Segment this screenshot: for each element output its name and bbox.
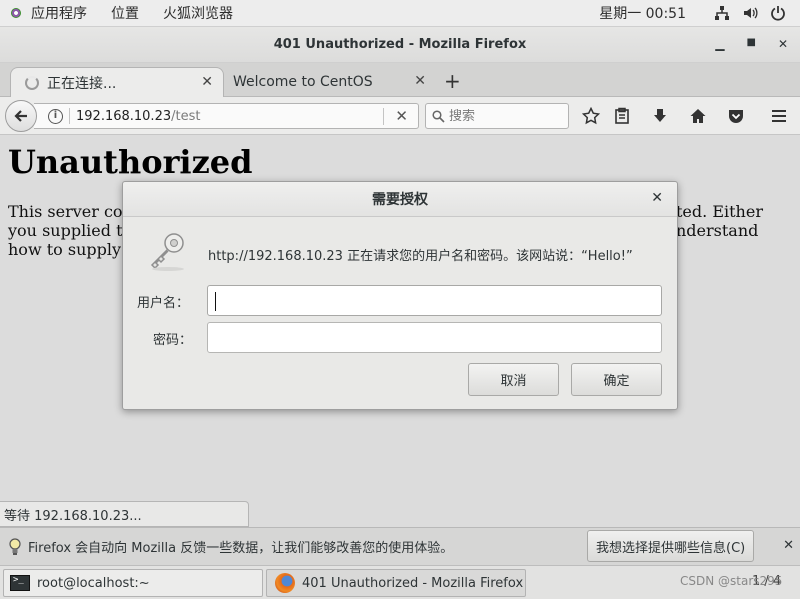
divider (383, 108, 384, 125)
window-titlebar: 401 Unauthorized - Mozilla Firefox ▁ ■ ✕ (0, 27, 800, 63)
firefox-app-menu[interactable]: 火狐浏览器 (163, 3, 233, 23)
status-text: 等待 192.168.10.23... (0, 501, 249, 527)
notification-bar: Firefox 会自动向 Mozilla 反馈一些数据，让我们能够改善您的使用体… (0, 527, 800, 565)
tab-close-icon[interactable]: ✕ (201, 74, 213, 90)
url-host: 192.168.10.23 (76, 108, 172, 124)
key-icon (150, 233, 184, 271)
search-input[interactable] (449, 108, 559, 124)
taskbar-item-terminal[interactable]: root@localhost:~ (3, 569, 263, 597)
terminal-icon (10, 575, 30, 591)
close-window-icon[interactable]: ✕ (778, 37, 788, 51)
tab-label: Welcome to CentOS (233, 74, 373, 90)
search-box[interactable] (425, 103, 569, 129)
reading-list-icon[interactable] (612, 106, 632, 126)
loading-spinner-icon (25, 75, 39, 90)
download-icon[interactable] (650, 106, 670, 126)
taskbar-item-firefox[interactable]: 401 Unauthorized - Mozilla Firefox (266, 569, 526, 597)
clock[interactable]: 星期一 00:51 (599, 3, 686, 23)
ok-button[interactable]: 确定 (571, 363, 662, 396)
places-menu[interactable]: 位置 (111, 3, 139, 23)
applications-menu[interactable]: 应用程序 (31, 3, 87, 23)
tab-label: 正在连接... (47, 75, 117, 92)
navigation-toolbar: i 192.168.10.23/test ✕ (0, 97, 800, 135)
dialog-title: 需要授权 (123, 182, 677, 217)
dialog-close-icon[interactable]: ✕ (651, 190, 663, 206)
page-heading: Unauthorized (8, 143, 253, 181)
taskbar-item-label: root@localhost:~ (37, 575, 150, 591)
dialog-message: http://192.168.10.23 正在请求您的用户名和密码。该网站说：“… (208, 249, 633, 264)
gnome-foot-icon (8, 5, 24, 21)
tab-close-icon[interactable]: ✕ (414, 73, 426, 89)
back-arrow-icon (14, 110, 27, 122)
minimize-icon[interactable]: ▁ (715, 37, 724, 51)
maximize-icon[interactable]: ■ (746, 37, 755, 51)
choose-data-button[interactable]: 我想选择提供哪些信息(C) (587, 530, 755, 562)
password-label: 密码： (153, 333, 193, 348)
tab-bar: 正在连接... ✕ Welcome to CentOS ✕ + (0, 63, 800, 97)
volume-icon[interactable] (742, 5, 758, 21)
tab-connecting[interactable]: 正在连接... ✕ (10, 67, 224, 97)
firefox-icon (275, 573, 295, 593)
bookmark-star-icon[interactable] (581, 106, 601, 126)
pocket-icon[interactable] (726, 106, 746, 126)
body-line-fragment: ted. Either (676, 202, 763, 221)
body-line-fragment: nderstand (676, 221, 759, 240)
tab-welcome-centos[interactable]: Welcome to CentOS ✕ (226, 67, 436, 97)
password-field[interactable] (207, 322, 662, 353)
text-caret (215, 292, 216, 311)
site-info-icon[interactable]: i (48, 108, 63, 124)
gnome-top-bar: 应用程序 位置 火狐浏览器 星期一 00:51 (0, 0, 800, 27)
back-button[interactable] (5, 100, 37, 132)
username-label: 用户名： (137, 296, 190, 311)
new-tab-icon[interactable]: + (444, 69, 461, 93)
url-bar[interactable]: i 192.168.10.23/test ✕ (34, 103, 419, 129)
window-title: 401 Unauthorized - Mozilla Firefox (273, 37, 527, 52)
network-icon[interactable] (714, 5, 730, 21)
power-icon[interactable] (770, 5, 786, 21)
url-path: /test (171, 108, 201, 124)
divider (69, 108, 70, 124)
lightbulb-icon (9, 537, 21, 555)
auth-dialog: 需要授权 ✕ http://192.168.10.23 正在请求您的用户名和密码… (122, 181, 678, 410)
hamburger-menu-icon[interactable] (769, 106, 789, 126)
home-icon[interactable] (688, 106, 708, 126)
username-field[interactable] (207, 285, 662, 316)
watermark: CSDN @stars295 (680, 574, 783, 588)
stop-loading-icon[interactable]: ✕ (395, 107, 408, 125)
taskbar-item-label: 401 Unauthorized - Mozilla Firefox (302, 575, 524, 591)
search-icon (432, 109, 445, 123)
notification-text: Firefox 会自动向 Mozilla 反馈一些数据，让我们能够改善您的使用体… (28, 541, 454, 556)
notification-close-icon[interactable]: ✕ (783, 538, 794, 553)
cancel-button[interactable]: 取消 (468, 363, 559, 396)
